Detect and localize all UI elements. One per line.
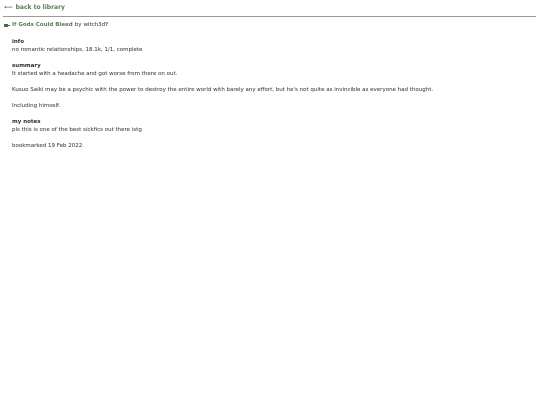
back-to-library-label: back to library — [15, 4, 65, 11]
summary-paragraph: Including himself. — [12, 103, 61, 109]
work-details: info no romantic relationships, 18.1k, 1… — [12, 38, 530, 150]
header-divider — [3, 16, 536, 17]
work-title-link[interactable]: If Gods Could Bleed — [12, 22, 73, 28]
summary-paragraph: Kusuo Saiki may be a psychic with the po… — [12, 87, 434, 93]
info-heading: info — [12, 39, 24, 45]
bookmark-icon — [4, 23, 10, 28]
back-arrow-icon: ⟵ — [4, 3, 13, 11]
summary-paragraph: It started with a headache and got worse… — [12, 71, 178, 77]
work-title-row: If Gods Could Bleed by witch3dY — [4, 22, 109, 28]
bookmarked-date: bookmarked 19 Feb 2022. — [12, 143, 84, 149]
notes-text: pls this is one of the best sickfics out… — [12, 127, 142, 133]
by-label: by — [74, 22, 82, 28]
info-text: no romantic relationships, 18.1k, 1/1, c… — [12, 47, 143, 53]
summary-heading: summary — [12, 63, 41, 69]
author-name: witch3dY — [83, 22, 109, 28]
back-to-library-link[interactable]: ⟵ back to library — [4, 4, 65, 11]
notes-heading: my notes — [12, 119, 41, 125]
